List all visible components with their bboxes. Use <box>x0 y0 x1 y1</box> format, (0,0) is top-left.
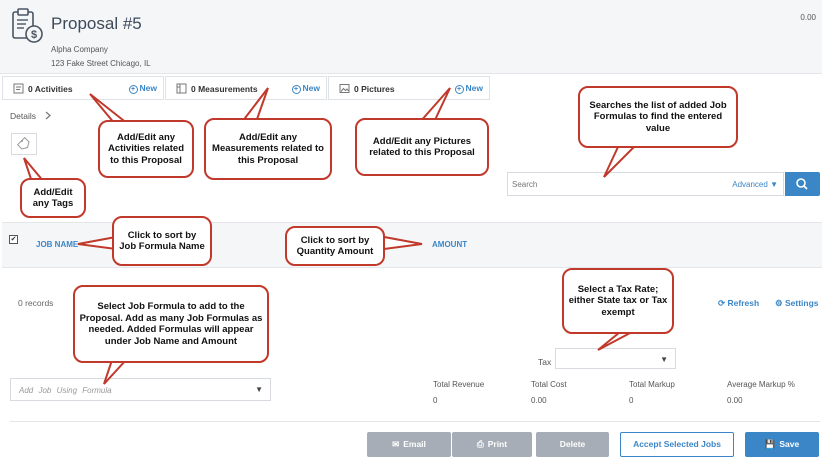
refresh-label: Refresh <box>727 298 760 308</box>
callout-tax: Select a Tax Rate; either State tax or T… <box>562 268 674 334</box>
settings-button[interactable]: ⚙ Settings <box>775 298 819 309</box>
new-activity-button[interactable]: + New <box>128 83 157 94</box>
average-markup: Average Markup % 0.00 <box>727 380 795 405</box>
search-input[interactable] <box>512 177 712 191</box>
total-markup-value: 0 <box>629 396 634 405</box>
caret-down-icon: ▼ <box>770 180 778 189</box>
tab-pictures[interactable]: 0 Pictures + New <box>328 76 490 100</box>
total-revenue: Total Revenue 0 <box>433 380 484 405</box>
svg-text:$: $ <box>31 29 37 41</box>
gear-icon: ⚙ <box>775 298 783 308</box>
tab-measurements-label: 0 Measurements <box>191 84 258 94</box>
delete-button[interactable]: Delete <box>536 432 609 457</box>
delete-label: Delete <box>559 439 586 449</box>
average-markup-value: 0.00 <box>727 396 743 405</box>
related-tabs: 0 Activities + New 0 Measurements + New 0 … <box>2 76 491 100</box>
accept-label: Accept Selected Jobs <box>633 439 721 449</box>
callout-activities: Add/Edit any Activities related to this … <box>98 120 194 178</box>
total-revenue-label: Total Revenue <box>433 380 485 389</box>
proposal-dollar-icon: $ <box>12 8 43 43</box>
email-button[interactable]: ✉ Email <box>367 432 451 457</box>
tab-activities[interactable]: 0 Activities + New <box>2 76 164 100</box>
callout-search: Searches the list of added Job Formulas … <box>578 86 738 148</box>
caret-down-icon: ▼ <box>255 385 263 394</box>
search-button[interactable] <box>785 172 820 196</box>
page-title: Proposal #5 <box>51 14 142 33</box>
tax-select[interactable]: ▼ <box>555 348 676 369</box>
advanced-label: Advanced <box>732 180 768 189</box>
total-cost-label: Total Cost <box>531 380 567 389</box>
company-name: Alpha Company <box>51 45 108 54</box>
search-field[interactable]: Advanced ▼ <box>507 172 784 196</box>
total-cost-value: 0.00 <box>531 396 547 405</box>
details-toggle[interactable]: Details <box>10 111 52 121</box>
tab-pictures-label: 0 Pictures <box>354 84 395 94</box>
search-icon <box>796 178 808 190</box>
proposal-header: $ Proposal #5 Alpha Company 123 Fake Str… <box>0 0 822 74</box>
print-label: Print <box>487 439 508 449</box>
company-address: 123 Fake Street Chicago, IL <box>51 59 151 68</box>
plus-circle-icon: + <box>291 85 301 94</box>
proposal-total: 0.00 <box>800 13 816 22</box>
caret-down-icon: ▼ <box>660 355 668 364</box>
tab-activities-label: 0 Activities <box>28 84 73 94</box>
total-revenue-value: 0 <box>433 396 438 405</box>
save-button[interactable]: 💾 Save <box>745 432 819 457</box>
sort-amount[interactable]: AMOUNT <box>432 240 467 249</box>
add-job-formula-select[interactable]: Add Job Using Formula ▼ <box>10 378 271 401</box>
measurement-icon <box>176 83 187 94</box>
plus-circle-icon: + <box>128 85 138 94</box>
callout-pictures: Add/Edit any Pictures related to this Pr… <box>355 118 489 176</box>
total-markup-label: Total Markup <box>629 380 675 389</box>
refresh-icon: ⟳ <box>718 298 726 308</box>
total-markup: Total Markup 0 <box>629 380 675 405</box>
envelope-icon: ✉ <box>392 439 400 449</box>
average-markup-label: Average Markup % <box>727 380 795 389</box>
tab-measurements[interactable]: 0 Measurements + New <box>165 76 327 100</box>
new-picture-label: New <box>465 83 483 93</box>
callout-measurements: Add/Edit any Measurements related to thi… <box>204 118 332 180</box>
tags-button[interactable] <box>11 133 37 155</box>
new-picture-button[interactable]: + New <box>454 83 483 94</box>
select-all-checkbox[interactable]: ✔ <box>9 235 18 244</box>
new-measurement-label: New <box>302 83 320 93</box>
footer-divider <box>10 421 820 422</box>
print-button[interactable]: ⎙ Print <box>452 432 532 457</box>
callout-tags: Add/Edit any Tags <box>20 178 86 218</box>
total-cost: Total Cost 0.00 <box>531 380 567 405</box>
callout-sort-name: Click to sort by Job Formula Name <box>112 216 212 266</box>
details-label: Details <box>10 111 36 121</box>
accept-selected-jobs-button[interactable]: Accept Selected Jobs <box>620 432 734 457</box>
refresh-button[interactable]: ⟳ Refresh <box>718 298 759 309</box>
activity-icon <box>13 83 24 94</box>
new-measurement-button[interactable]: + New <box>291 83 320 94</box>
tax-label: Tax <box>538 357 552 367</box>
new-activity-label: New <box>139 83 157 93</box>
callout-sort-amount: Click to sort by Quantity Amount <box>285 226 385 266</box>
email-label: Email <box>403 439 426 449</box>
save-label: Save <box>779 439 800 449</box>
formula-placeholder: Add Job Using Formula <box>19 386 112 395</box>
callout-formula: Select Job Formula to add to the Proposa… <box>73 285 269 363</box>
settings-label: Settings <box>785 298 819 308</box>
tag-icon <box>16 136 30 150</box>
chevron-right-icon <box>45 111 52 120</box>
save-icon: 💾 <box>764 439 776 449</box>
picture-icon <box>339 84 350 93</box>
advanced-search-toggle[interactable]: Advanced ▼ <box>732 180 778 189</box>
records-count: 0 records <box>18 298 54 308</box>
sort-job-name[interactable]: JOB NAME <box>36 240 78 249</box>
plus-circle-icon: + <box>454 85 464 94</box>
printer-icon: ⎙ <box>476 439 484 449</box>
